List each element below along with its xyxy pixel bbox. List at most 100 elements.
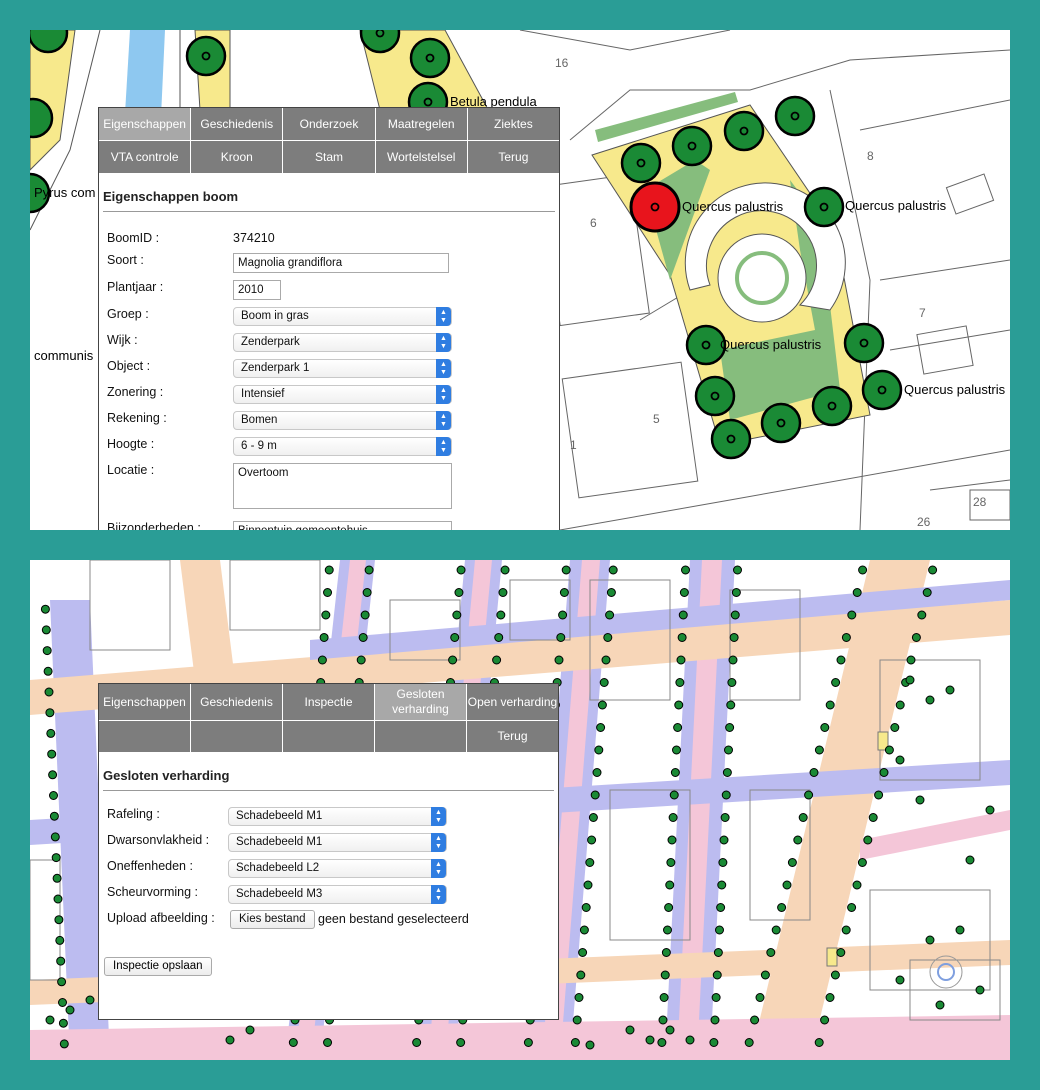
tree-dot[interactable] xyxy=(645,1035,655,1045)
tree-dot[interactable] xyxy=(319,633,329,642)
tree-dot[interactable] xyxy=(879,768,889,777)
oneffenheden-select[interactable]: Schadebeeld L2 ▲ ▼ xyxy=(228,859,447,878)
tree-dot[interactable] xyxy=(494,633,504,642)
tab-wortelstelsel[interactable]: Wortelstelsel xyxy=(375,141,467,173)
tree-dot[interactable] xyxy=(556,633,566,642)
tree-dot[interactable] xyxy=(288,1038,298,1047)
tree-dot[interactable] xyxy=(360,610,370,620)
tree-dot[interactable] xyxy=(725,723,735,732)
tree-dot[interactable] xyxy=(928,565,938,575)
tree-dot[interactable] xyxy=(798,813,808,822)
tree-dot[interactable] xyxy=(40,604,50,614)
tree-dot[interactable] xyxy=(717,880,727,890)
tab-terug[interactable]: Terug xyxy=(467,721,558,752)
tree-dot[interactable] xyxy=(574,993,584,1002)
tree-dot[interactable] xyxy=(836,948,846,957)
tab-inspectie[interactable]: Inspectie xyxy=(283,684,374,720)
tree-dot[interactable] xyxy=(771,925,781,935)
tree-dot[interactable] xyxy=(523,1038,533,1047)
tree-dot[interactable] xyxy=(782,880,792,890)
tree-dot[interactable] xyxy=(922,588,932,597)
tree-dot[interactable] xyxy=(852,588,862,597)
tree-dot[interactable] xyxy=(492,655,502,665)
tree-dot[interactable] xyxy=(53,894,63,904)
tree-dot[interactable] xyxy=(663,925,672,935)
tree-dot[interactable] xyxy=(59,1039,69,1049)
tree-dot[interactable] xyxy=(321,610,331,620)
tree-dot[interactable] xyxy=(245,1025,255,1035)
tree-dot[interactable] xyxy=(863,835,873,845)
tab-stam[interactable]: Stam xyxy=(283,141,375,173)
tree-dot[interactable] xyxy=(804,790,814,800)
tree-dot[interactable] xyxy=(731,588,741,597)
tree-dot[interactable] xyxy=(809,768,819,777)
tree-dot[interactable] xyxy=(679,588,689,597)
tree-dot[interactable] xyxy=(558,610,568,620)
tree-dot[interactable] xyxy=(599,678,609,687)
hoogte-select[interactable]: 6 - 9 m ▲ ▼ xyxy=(233,437,452,456)
tree-dot[interactable] xyxy=(54,915,64,925)
tab-terug[interactable]: Terug xyxy=(467,141,559,173)
tree-dot[interactable] xyxy=(49,791,58,800)
tree-dot[interactable] xyxy=(906,655,916,665)
tree-dot[interactable] xyxy=(965,855,975,865)
tree-dot[interactable] xyxy=(450,633,460,642)
tree-dot[interactable] xyxy=(720,813,730,822)
tree-dot[interactable] xyxy=(729,633,739,642)
tree-dot[interactable] xyxy=(570,1038,580,1047)
tree-dot[interactable] xyxy=(728,655,738,665)
tab-geschiedenis[interactable]: Geschiedenis xyxy=(191,108,283,140)
tree-dot[interactable] xyxy=(825,700,835,710)
tree-dot[interactable] xyxy=(362,588,372,597)
tree-dot[interactable] xyxy=(895,975,905,985)
tree-dot[interactable] xyxy=(498,588,508,597)
tree-dot[interactable] xyxy=(65,1005,75,1015)
tree-dot[interactable] xyxy=(847,610,857,620)
tree-dot[interactable] xyxy=(554,655,564,665)
tree-dot[interactable] xyxy=(820,1015,830,1025)
tree-dot[interactable] xyxy=(561,565,571,575)
tree-dot[interactable] xyxy=(766,948,776,957)
tree-dot[interactable] xyxy=(895,755,905,765)
tree-dot[interactable] xyxy=(917,610,927,620)
tree-dot[interactable] xyxy=(50,832,60,842)
tree-dot[interactable] xyxy=(52,873,62,883)
tree-dot[interactable] xyxy=(841,633,851,642)
tree-dot[interactable] xyxy=(722,768,732,777)
tree-dot[interactable] xyxy=(657,1038,667,1047)
rekening-select[interactable]: Bomen ▲ ▼ xyxy=(233,411,452,430)
tree-dot[interactable] xyxy=(727,678,737,687)
tree-dot[interactable] xyxy=(670,768,680,777)
scheurvorming-select[interactable]: Schadebeeld M3 ▲ ▼ xyxy=(228,885,447,904)
save-inspection-button[interactable]: Inspectie opslaan xyxy=(104,957,212,976)
tree-dot[interactable] xyxy=(587,835,597,845)
tree-dot[interactable] xyxy=(661,948,671,957)
tree-dot[interactable] xyxy=(358,633,368,642)
tree-dot[interactable] xyxy=(592,768,602,777)
tree-dot[interactable] xyxy=(58,998,67,1007)
tree-dot[interactable] xyxy=(608,565,618,575)
tree-dot[interactable] xyxy=(820,723,830,732)
tree-dot[interactable] xyxy=(665,880,675,890)
tree-dot[interactable] xyxy=(47,749,57,759)
dwarsonvlakheid-select[interactable]: Schadebeeld M1 ▲ ▼ xyxy=(228,833,447,852)
tree-dot[interactable] xyxy=(715,925,724,935)
tree-dot[interactable] xyxy=(46,728,56,738)
tab-eigenschappen[interactable]: Eigenschappen xyxy=(99,108,191,140)
tree-dot[interactable] xyxy=(831,678,841,687)
tree-dot[interactable] xyxy=(55,935,65,945)
tree-dot[interactable] xyxy=(323,588,333,597)
tree-dot[interactable] xyxy=(664,903,674,912)
tree-dot[interactable] xyxy=(56,956,66,966)
tree-dot[interactable] xyxy=(452,610,462,620)
tree-dot[interactable] xyxy=(590,790,600,800)
tree-dot[interactable] xyxy=(713,948,723,957)
tree-dot[interactable] xyxy=(674,700,684,710)
tree-dot[interactable] xyxy=(685,1035,695,1045)
tab-geschiedenis[interactable]: Geschiedenis xyxy=(191,684,282,720)
tree-dot[interactable] xyxy=(603,633,613,642)
tree-dot[interactable] xyxy=(412,1038,422,1047)
tree-dot[interactable] xyxy=(500,565,510,575)
tree-dot[interactable] xyxy=(41,625,51,635)
tree-dot[interactable] xyxy=(581,903,591,912)
